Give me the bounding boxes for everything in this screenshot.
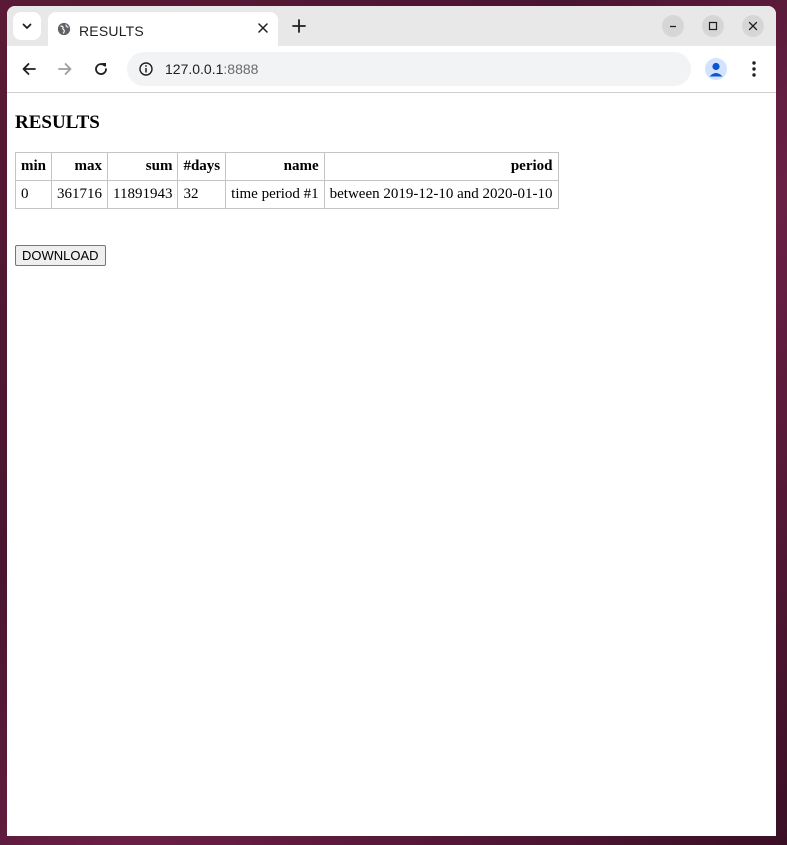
page-content: RESULTS min max sum #days name period 0 … — [7, 93, 776, 836]
tab-results[interactable]: RESULTS — [48, 12, 278, 46]
reload-icon — [95, 63, 107, 75]
browser-toolbar: 127.0.0.1:8888 — [7, 46, 776, 93]
minimize-icon — [670, 25, 676, 28]
cell-name: time period #1 — [225, 180, 325, 209]
tab-close-button[interactable] — [254, 19, 272, 37]
site-info-button[interactable] — [137, 60, 155, 78]
column-header-max: max — [51, 152, 109, 181]
tab-title: RESULTS — [79, 23, 144, 39]
browser-menu-button[interactable] — [742, 57, 766, 81]
address-bar[interactable]: 127.0.0.1:8888 — [127, 52, 691, 86]
globe-icon — [57, 22, 71, 36]
forward-button[interactable] — [53, 57, 77, 81]
plus-icon — [292, 19, 306, 33]
url-host: 127.0.0.1 — [165, 61, 224, 77]
page-title: RESULTS — [15, 112, 100, 133]
tab-strip: RESULTS — [7, 6, 776, 46]
table-header-row: min max sum #days name period — [14, 152, 559, 181]
url-text: 127.0.0.1:8888 — [165, 61, 258, 77]
tab-search-button[interactable] — [13, 12, 41, 40]
results-table: min max sum #days name period 0 361716 1… — [14, 152, 559, 209]
cell-min: 0 — [14, 180, 53, 209]
column-header-days: #days — [177, 152, 227, 181]
column-header-min: min — [14, 152, 53, 181]
arrow-right-icon — [58, 63, 72, 75]
url-port: :8888 — [223, 61, 259, 77]
cell-sum: 11891943 — [107, 180, 179, 209]
column-header-period: period — [323, 152, 559, 181]
new-tab-button[interactable] — [287, 14, 311, 38]
arrow-left-icon — [22, 63, 36, 75]
download-button[interactable]: DOWNLOAD — [15, 245, 106, 266]
close-icon — [748, 21, 758, 31]
maximize-button[interactable] — [702, 15, 724, 37]
column-header-sum: sum — [107, 152, 179, 181]
table-row: 0 361716 11891943 32 time period #1 betw… — [14, 180, 559, 209]
maximize-icon — [708, 21, 718, 31]
profile-button[interactable] — [705, 58, 727, 80]
profile-icon — [709, 62, 723, 77]
back-button[interactable] — [17, 57, 41, 81]
minimize-button[interactable] — [662, 15, 684, 37]
reload-button[interactable] — [89, 57, 113, 81]
close-window-button[interactable] — [742, 15, 764, 37]
chevron-down-icon — [22, 23, 32, 29]
cell-days: 32 — [177, 180, 227, 209]
cell-period: between 2019-12-10 and 2020-01-10 — [323, 180, 559, 209]
kebab-menu-icon — [752, 61, 756, 77]
close-icon — [258, 23, 268, 33]
cell-max: 361716 — [51, 180, 109, 209]
info-icon — [139, 62, 153, 76]
browser-window: RESULTS 127.0.0.1:8888 RESULTS min max s… — [7, 6, 776, 836]
column-header-name: name — [225, 152, 325, 181]
